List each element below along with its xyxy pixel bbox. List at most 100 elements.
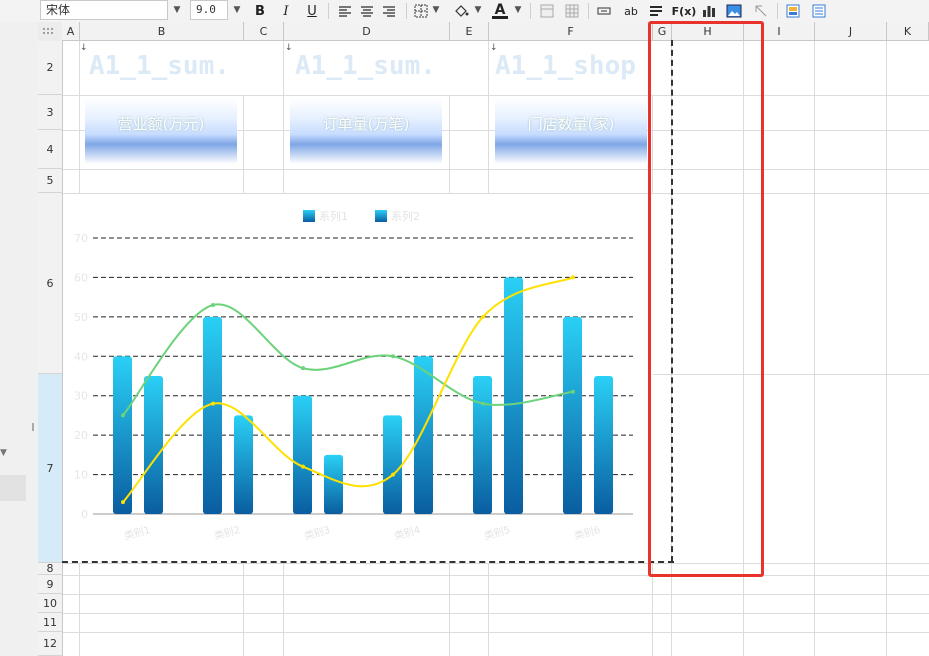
freeze-icon[interactable]: [538, 1, 556, 21]
align-center-icon[interactable]: [358, 1, 376, 21]
line-point: [391, 472, 395, 477]
row-header-3[interactable]: 3: [38, 95, 63, 130]
x-tick-label: 类别3: [303, 523, 332, 542]
row-header-11[interactable]: 11: [38, 613, 63, 632]
title-cell-d2: A1_1_sum.: [295, 51, 436, 81]
insert-chart-icon[interactable]: [700, 1, 718, 21]
text-align-icon[interactable]: [647, 1, 665, 21]
column-header-c[interactable]: C: [244, 22, 284, 41]
y-tick-label: 50: [74, 311, 88, 324]
kpi-label-stores: 门店数量(家): [527, 115, 615, 133]
merge-cells-icon[interactable]: [595, 1, 613, 21]
collapse-arrow-icon[interactable]: ▼: [0, 448, 14, 458]
fill-color-icon[interactable]: [452, 1, 470, 21]
formula-button[interactable]: F(x): [672, 1, 697, 21]
line-point: [571, 389, 575, 394]
kpi-button-sales[interactable]: 营业额(万元): [85, 98, 237, 164]
bar-1-4: [383, 415, 402, 514]
text-wrap-button[interactable]: ab: [620, 1, 642, 21]
cell-f2[interactable]: A1_1_shop ↓: [490, 41, 653, 95]
underline-button[interactable]: U: [302, 1, 322, 21]
toolbar: 宋体 ▼ 9.0 ▼ B I U ▼ ▼ A ▼ ab F(x): [0, 0, 929, 23]
x-tick-label: 类别1: [123, 523, 152, 542]
kpi-label-orders: 订单量(万笔): [322, 115, 410, 133]
cell-marker-icon: ↓: [80, 43, 88, 53]
font-color-button[interactable]: A: [490, 1, 510, 21]
line-point: [391, 354, 395, 359]
font-size-dropdown-icon[interactable]: ▼: [228, 0, 246, 20]
y-tick-label: 30: [74, 390, 88, 403]
bar-2-4: [414, 356, 433, 514]
line-point: [301, 464, 305, 469]
bar-1-1: [113, 356, 132, 514]
row-header-9[interactable]: 9: [38, 575, 63, 594]
y-tick-label: 70: [74, 232, 88, 245]
font-name-select[interactable]: 宋体: [40, 0, 168, 20]
fill-color-dropdown-icon[interactable]: ▼: [472, 0, 484, 20]
row-header-7[interactable]: 7: [38, 374, 63, 563]
column-header-e[interactable]: E: [450, 22, 489, 41]
line-point: [211, 401, 215, 406]
line-point: [301, 366, 305, 371]
font-color-glyph: A: [494, 1, 506, 18]
row-header-12[interactable]: 12: [38, 632, 63, 656]
chart-container[interactable]: 0 10 20 30 40 50 60 70 类别1 类别2 类别3 类别4 类别5 类别6 系列1 系列2: [63, 194, 653, 563]
row-header-4[interactable]: 4: [38, 130, 63, 169]
line-point: [481, 401, 485, 406]
grid-icon[interactable]: [563, 1, 581, 21]
legend-swatch: [303, 210, 315, 222]
row-header-10[interactable]: 10: [38, 594, 63, 613]
bar-1-2: [203, 316, 222, 514]
line-point: [211, 303, 215, 308]
title-cell-b2: A1_1_sum.: [89, 51, 230, 81]
line-point: [571, 275, 575, 280]
cell-d2[interactable]: A1_1_sum. ↓: [285, 41, 450, 95]
select-all-corner[interactable]: [38, 22, 63, 42]
italic-button[interactable]: I: [276, 1, 296, 21]
border-dropdown-icon[interactable]: ▼: [430, 0, 442, 20]
cell-b2[interactable]: A1_1_sum. ↓: [80, 41, 244, 95]
row-header-6[interactable]: 6: [38, 193, 63, 374]
row-header-5[interactable]: 5: [38, 169, 63, 193]
bar-2-6: [594, 376, 613, 514]
widget-icon[interactable]: [784, 1, 802, 21]
kpi-button-orders[interactable]: 订单量(万笔): [290, 98, 442, 164]
report-icon[interactable]: [810, 1, 828, 21]
insert-image-icon[interactable]: [725, 1, 743, 21]
align-right-icon[interactable]: [380, 1, 398, 21]
kpi-button-stores[interactable]: 门店数量(家): [495, 98, 647, 164]
line-point: [121, 413, 125, 418]
bar-2-5: [504, 277, 523, 514]
bold-button[interactable]: B: [250, 1, 270, 21]
line-point: [121, 500, 125, 505]
y-tick-label: 20: [74, 429, 88, 442]
column-header-k[interactable]: K: [887, 22, 929, 41]
y-tick-label: 60: [74, 271, 88, 284]
splitter-handle[interactable]: ‖: [31, 422, 35, 432]
panel-selected-item[interactable]: [0, 475, 26, 501]
align-left-icon[interactable]: [336, 1, 354, 21]
x-tick-label: 类别4: [393, 523, 422, 542]
chart-selection-bottom-border: [62, 561, 674, 563]
border-icon[interactable]: [412, 1, 430, 21]
column-header-a[interactable]: A: [62, 22, 80, 41]
bar-1-3: [293, 395, 312, 514]
font-color-dropdown-icon[interactable]: ▼: [512, 0, 524, 20]
column-header-b[interactable]: B: [80, 22, 244, 41]
bar-2-3: [324, 454, 343, 514]
column-header-d[interactable]: D: [284, 22, 450, 41]
y-tick-label: 10: [74, 469, 88, 482]
column-header-f[interactable]: F: [489, 22, 653, 41]
legend-label: 系列2: [391, 209, 420, 223]
bar-2-2: [234, 415, 253, 514]
combo-chart[interactable]: 0 10 20 30 40 50 60 70 类别1 类别2 类别3 类别4 类别5 类别6 系列1 系列2: [63, 194, 653, 563]
row-header-8[interactable]: 8: [38, 562, 63, 575]
pointer-icon[interactable]: [752, 1, 770, 21]
font-size-select[interactable]: 9.0: [190, 0, 228, 20]
column-header-j[interactable]: J: [815, 22, 887, 41]
row-header-2[interactable]: 2: [38, 41, 63, 95]
line-point: [481, 314, 485, 319]
font-name-dropdown-icon[interactable]: ▼: [168, 0, 186, 20]
cell-marker-icon: ↓: [285, 43, 293, 53]
left-panel: ▼ ‖: [0, 22, 39, 656]
